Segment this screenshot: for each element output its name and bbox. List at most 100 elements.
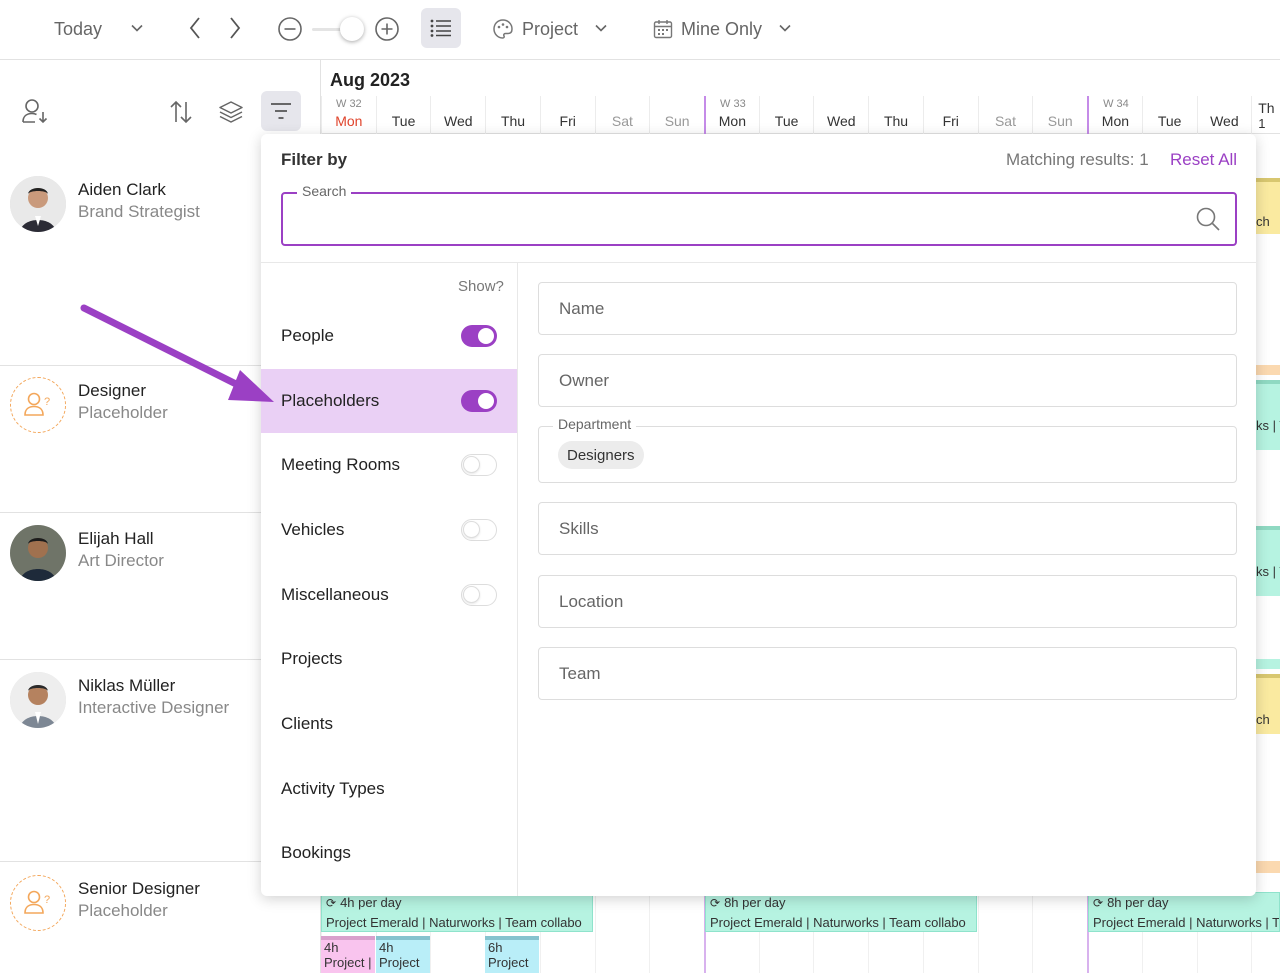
day-header-8[interactable]: Tue <box>758 96 814 134</box>
color-by-project-dropdown[interactable]: Project <box>492 16 608 42</box>
person-row-niklas-muller[interactable]: Niklas Müller Interactive Designer <box>10 672 229 728</box>
day-name-label: Tue <box>774 113 799 129</box>
booking-title: Project Emerald | Naturworks | Team coll… <box>326 915 582 930</box>
day-name-label: Th <box>1258 100 1275 116</box>
day-header-3[interactable]: Thu <box>485 96 540 134</box>
sort-button[interactable] <box>166 96 196 128</box>
department-filter-field[interactable]: Department Designers <box>538 416 1237 483</box>
category-label: Vehicles <box>281 520 345 539</box>
zoom-in-icon <box>375 17 399 41</box>
zoom-slider-handle[interactable] <box>340 17 364 41</box>
booking-stub[interactable]: ch <box>1256 178 1280 234</box>
person-row-designer-placeholder[interactable]: ? Designer Placeholder <box>10 377 168 433</box>
person-role: Brand Strategist <box>78 202 200 221</box>
booking-stub <box>1256 861 1280 873</box>
assign-user-button[interactable] <box>20 96 52 128</box>
day-header-9[interactable]: Wed <box>813 96 868 134</box>
zoom-in-button[interactable] <box>374 16 400 42</box>
category-meeting-rooms[interactable]: Meeting Rooms <box>261 433 517 497</box>
day-header-16[interactable]: Wed <box>1196 96 1252 134</box>
placeholders-toggle[interactable] <box>461 390 497 412</box>
person-row-aiden-clark[interactable]: Aiden Clark Brand Strategist <box>10 176 200 232</box>
booking-title: ch <box>1256 712 1270 727</box>
booking-stub[interactable]: ks | T <box>1256 380 1280 450</box>
chevron-down-icon <box>130 19 144 40</box>
booking-mini[interactable]: 6h Project <box>485 936 539 973</box>
chevron-left-icon <box>189 17 200 39</box>
person-row-senior-designer-placeholder[interactable]: ? Senior Designer Placeholder <box>10 875 200 931</box>
field-label: Name <box>559 298 605 318</box>
category-label: Placeholders <box>281 391 380 410</box>
zoom-out-button[interactable] <box>277 16 303 42</box>
booking-title: Project <box>488 955 529 970</box>
person-row-elijah-hall[interactable]: Elijah Hall Art Director <box>10 525 164 581</box>
search-input[interactable] <box>295 202 1175 236</box>
booking-stub[interactable]: ks | T <box>1256 526 1280 596</box>
day-header-14[interactable]: W 34 Mon <box>1087 96 1142 134</box>
location-filter-field[interactable]: Location <box>538 575 1237 628</box>
next-period-button[interactable] <box>222 14 246 42</box>
meeting-rooms-toggle[interactable] <box>461 454 497 476</box>
filter-button[interactable] <box>261 91 301 131</box>
category-clients[interactable]: Clients <box>261 692 517 756</box>
department-chip[interactable]: Designers <box>558 441 644 469</box>
booking-stub[interactable]: ch <box>1256 674 1280 734</box>
day-header-4[interactable]: Fri <box>539 96 595 134</box>
day-header-7[interactable]: W 33 Mon <box>704 96 759 134</box>
day-header-11[interactable]: Fri <box>922 96 978 134</box>
miscellaneous-toggle[interactable] <box>461 584 497 606</box>
week-number-label: W 33 <box>720 98 746 110</box>
matching-results: Matching results: 1 <box>1006 150 1149 169</box>
skills-filter-field[interactable]: Skills <box>538 502 1237 555</box>
today-dropdown[interactable]: Today <box>54 16 144 42</box>
layers-button[interactable] <box>216 96 246 128</box>
day-header-0[interactable]: W 32 Mon <box>321 96 376 134</box>
booking-title: Project <box>379 955 420 970</box>
category-vehicles[interactable]: Vehicles <box>261 498 517 562</box>
avatar <box>10 672 66 728</box>
category-activity-types[interactable]: Activity Types <box>261 757 517 821</box>
category-miscellaneous[interactable]: Miscellaneous <box>261 563 517 627</box>
zoom-slider[interactable] <box>312 16 364 42</box>
panel-divider <box>517 262 518 896</box>
mine-only-label: Mine Only <box>681 18 763 39</box>
category-placeholders[interactable]: Placeholders <box>261 369 517 433</box>
filter-title: Filter by <box>281 150 348 169</box>
list-view-button[interactable] <box>421 8 461 48</box>
day-header-15[interactable]: Tue <box>1141 96 1197 134</box>
placeholder-avatar: ? <box>10 377 66 433</box>
day-header-6[interactable]: Sun <box>649 96 704 134</box>
week-number-label: W 34 <box>1103 98 1129 110</box>
reset-all-link[interactable]: Reset All <box>1170 150 1237 170</box>
name-filter-field[interactable]: Name <box>538 282 1237 335</box>
category-projects[interactable]: Projects <box>261 627 517 691</box>
day-name-label: Fri <box>559 113 576 129</box>
booking-block[interactable]: ⟳ 4h per day Project Emerald | Naturworks… <box>321 892 593 932</box>
zoom-out-icon <box>278 17 302 41</box>
owner-filter-field[interactable]: Owner <box>538 354 1237 407</box>
day-header-17[interactable]: Th 1 <box>1251 96 1277 134</box>
booking-block[interactable]: ⟳ 8h per day Project Emerald | Naturworks… <box>1088 892 1280 932</box>
vehicles-toggle[interactable] <box>461 519 497 541</box>
day-header-13[interactable]: Sun <box>1032 96 1087 134</box>
day-header-1[interactable]: Tue <box>375 96 431 134</box>
category-bookings[interactable]: Bookings <box>261 821 517 885</box>
previous-period-button[interactable] <box>184 14 208 42</box>
booking-block[interactable]: ⟳ 8h per day Project Emerald | Naturworks… <box>705 892 977 932</box>
people-toggle[interactable] <box>461 325 497 347</box>
booking-mini[interactable]: 4h Project | E <box>321 936 375 973</box>
day-header-12[interactable]: Sat <box>977 96 1033 134</box>
day-header-5[interactable]: Sat <box>594 96 650 134</box>
search-field[interactable]: Search <box>281 183 1237 246</box>
day-header-10[interactable]: Thu <box>868 96 923 134</box>
field-label: Team <box>559 663 601 683</box>
category-people[interactable]: People <box>261 304 517 368</box>
layers-icon <box>219 101 243 123</box>
booking-mini[interactable]: 4h Project <box>376 936 430 973</box>
booking-title: ks | T <box>1256 564 1280 579</box>
team-filter-field[interactable]: Team <box>538 647 1237 700</box>
mine-only-dropdown[interactable]: Mine Only <box>653 16 792 42</box>
day-name-label: Sun <box>664 113 690 129</box>
day-header-2[interactable]: Wed <box>430 96 485 134</box>
svg-text:?: ? <box>44 396 50 408</box>
